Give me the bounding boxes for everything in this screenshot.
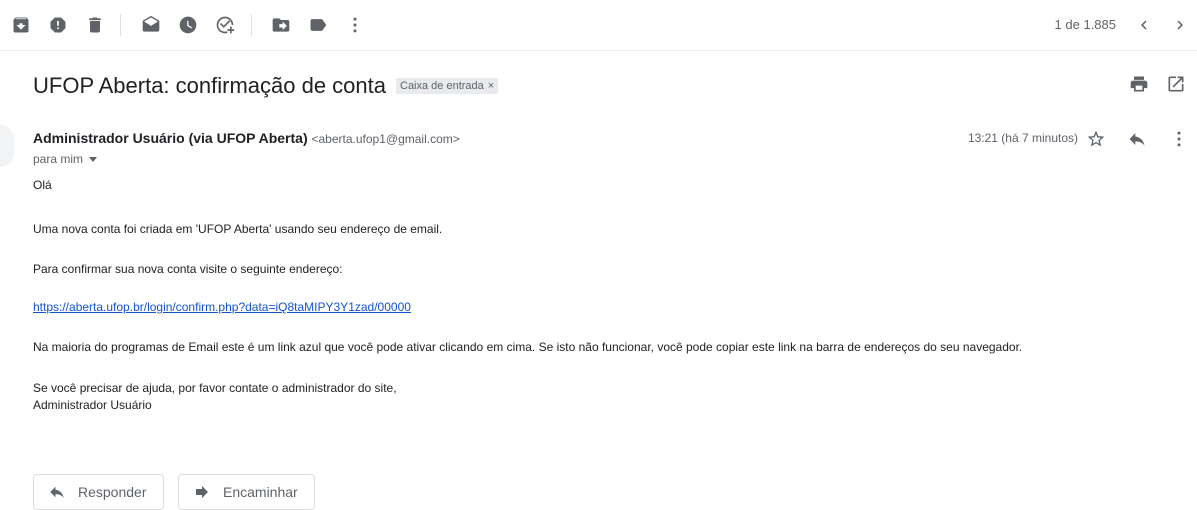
sender-email: <aberta.ufop1@gmail.com> (311, 132, 460, 146)
label-text: Caixa de entrada (400, 80, 484, 92)
more-options-icon[interactable] (1168, 128, 1190, 150)
archive-icon[interactable] (9, 13, 33, 37)
more-icon[interactable] (343, 13, 367, 37)
sender-avatar-edge (0, 125, 14, 167)
body-line-2: Para confirmar sua nova conta visite o s… (33, 262, 343, 276)
newer-icon[interactable] (1132, 13, 1156, 37)
forward-label: Encaminhar (223, 484, 298, 500)
message-toolbar: 1 de 1.885 (0, 0, 1197, 51)
reply-icon (50, 486, 64, 498)
recipient-row[interactable]: para mim (33, 152, 98, 166)
remove-label-icon[interactable]: × (488, 80, 494, 92)
delete-icon[interactable] (83, 13, 107, 37)
recipient-text: para mim (33, 152, 84, 166)
sender-name[interactable]: Administrador Usuário (via UFOP Aberta) (33, 130, 308, 146)
open-new-window-icon[interactable] (1166, 74, 1186, 99)
body-line-3: Na maioria do programas de Email este é … (33, 340, 1023, 354)
toolbar-separator (120, 14, 121, 36)
body-line-1: Uma nova conta foi criada em 'UFOP Abert… (33, 222, 443, 236)
details-dropdown-icon[interactable] (89, 157, 98, 162)
labels-icon[interactable] (306, 13, 330, 37)
signature: Administrador Usuário (33, 398, 152, 412)
sender-row: Administrador Usuário (via UFOP Aberta) … (33, 130, 460, 146)
inbox-label-chip: Caixa de entrada × (396, 78, 499, 94)
toolbar-separator (251, 14, 252, 36)
email-subject: UFOP Aberta: confirmação de conta (33, 73, 386, 98)
reply-label: Responder (78, 484, 147, 500)
forward-button[interactable]: Encaminhar (178, 474, 315, 510)
body-line-4: Se você precisar de ajuda, por favor con… (33, 381, 397, 395)
reply-button[interactable]: Responder (33, 474, 164, 510)
received-time: 13:21 (há 7 minutos) (967, 131, 1078, 145)
mark-unread-icon[interactable] (139, 13, 163, 37)
greeting: Olá (33, 178, 52, 192)
star-icon[interactable] (1085, 128, 1107, 150)
older-icon[interactable] (1168, 13, 1192, 37)
add-to-tasks-icon[interactable] (213, 13, 237, 37)
forward-icon (196, 486, 208, 498)
report-spam-icon[interactable] (46, 13, 70, 37)
move-to-icon[interactable] (269, 13, 293, 37)
reply-icon[interactable] (1126, 128, 1148, 150)
print-icon[interactable] (1129, 74, 1149, 99)
pager-count: 1 de 1.885 (1054, 17, 1116, 32)
confirm-link[interactable]: https://aberta.ufop.br/login/confirm.php… (33, 300, 411, 314)
snooze-icon[interactable] (176, 13, 200, 37)
subject-row: UFOP Aberta: confirmação de conta Caixa … (33, 70, 499, 102)
